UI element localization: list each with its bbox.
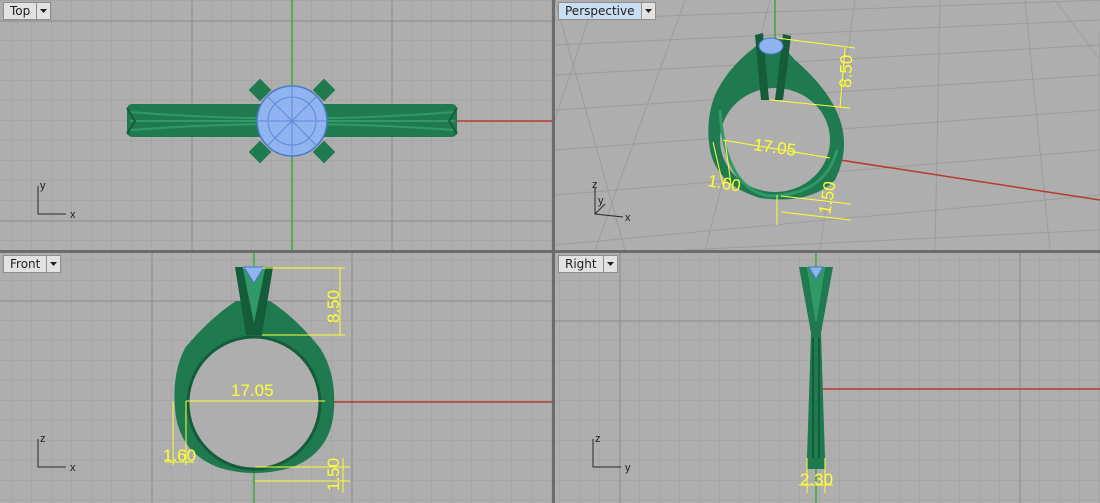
svg-text:y: y [625, 462, 631, 474]
dim-height: 8.50 [324, 290, 343, 323]
svg-text:y: y [598, 195, 604, 207]
viewport-label-right[interactable]: Right [559, 256, 603, 272]
viewport-label-front[interactable]: Front [4, 256, 46, 272]
viewport-perspective-canvas[interactable]: 8.50 17.05 1.60 1.50 z y x [555, 0, 1100, 250]
svg-text:y: y [40, 180, 46, 192]
svg-text:z: z [592, 179, 598, 191]
svg-text:z: z [595, 433, 601, 445]
svg-text:x: x [70, 462, 76, 474]
dim-diameter: 17.05 [231, 381, 274, 400]
viewport-tab-perspective[interactable]: Perspective [558, 2, 656, 20]
dim-height: 8.50 [836, 54, 856, 88]
viewport-label-top[interactable]: Top [4, 3, 36, 19]
dropdown-arrow-icon[interactable] [46, 256, 60, 272]
viewport-tab-top[interactable]: Top [3, 2, 52, 20]
svg-text:x: x [625, 212, 631, 224]
viewport-tab-right[interactable]: Right [558, 255, 618, 273]
dropdown-arrow-icon[interactable] [36, 3, 50, 19]
viewport-top[interactable]: y x Top [0, 0, 552, 250]
dim-thickness: 1.50 [324, 458, 343, 491]
dropdown-arrow-icon[interactable] [640, 3, 655, 19]
viewport-front[interactable]: 8.50 17.05 1.60 1.50 z x Front [0, 253, 552, 503]
dropdown-arrow-icon[interactable] [602, 256, 617, 272]
svg-text:x: x [70, 209, 76, 221]
viewport-right[interactable]: 2.30 z y Right [555, 253, 1100, 503]
dim-band-width: 2.30 [800, 470, 833, 489]
viewport-top-canvas[interactable]: y x [0, 0, 552, 250]
viewport-label-perspective[interactable]: Perspective [559, 3, 641, 19]
gemstone [256, 85, 328, 157]
dim-shank-width: 1.60 [163, 446, 196, 465]
viewport-front-canvas[interactable]: 8.50 17.05 1.60 1.50 z x [0, 253, 552, 503]
svg-text:z: z [40, 433, 46, 445]
viewport-right-canvas[interactable]: 2.30 z y [555, 253, 1100, 503]
viewport-tab-front[interactable]: Front [3, 255, 62, 273]
viewport-perspective[interactable]: 8.50 17.05 1.60 1.50 z y x Perspective [555, 0, 1100, 250]
